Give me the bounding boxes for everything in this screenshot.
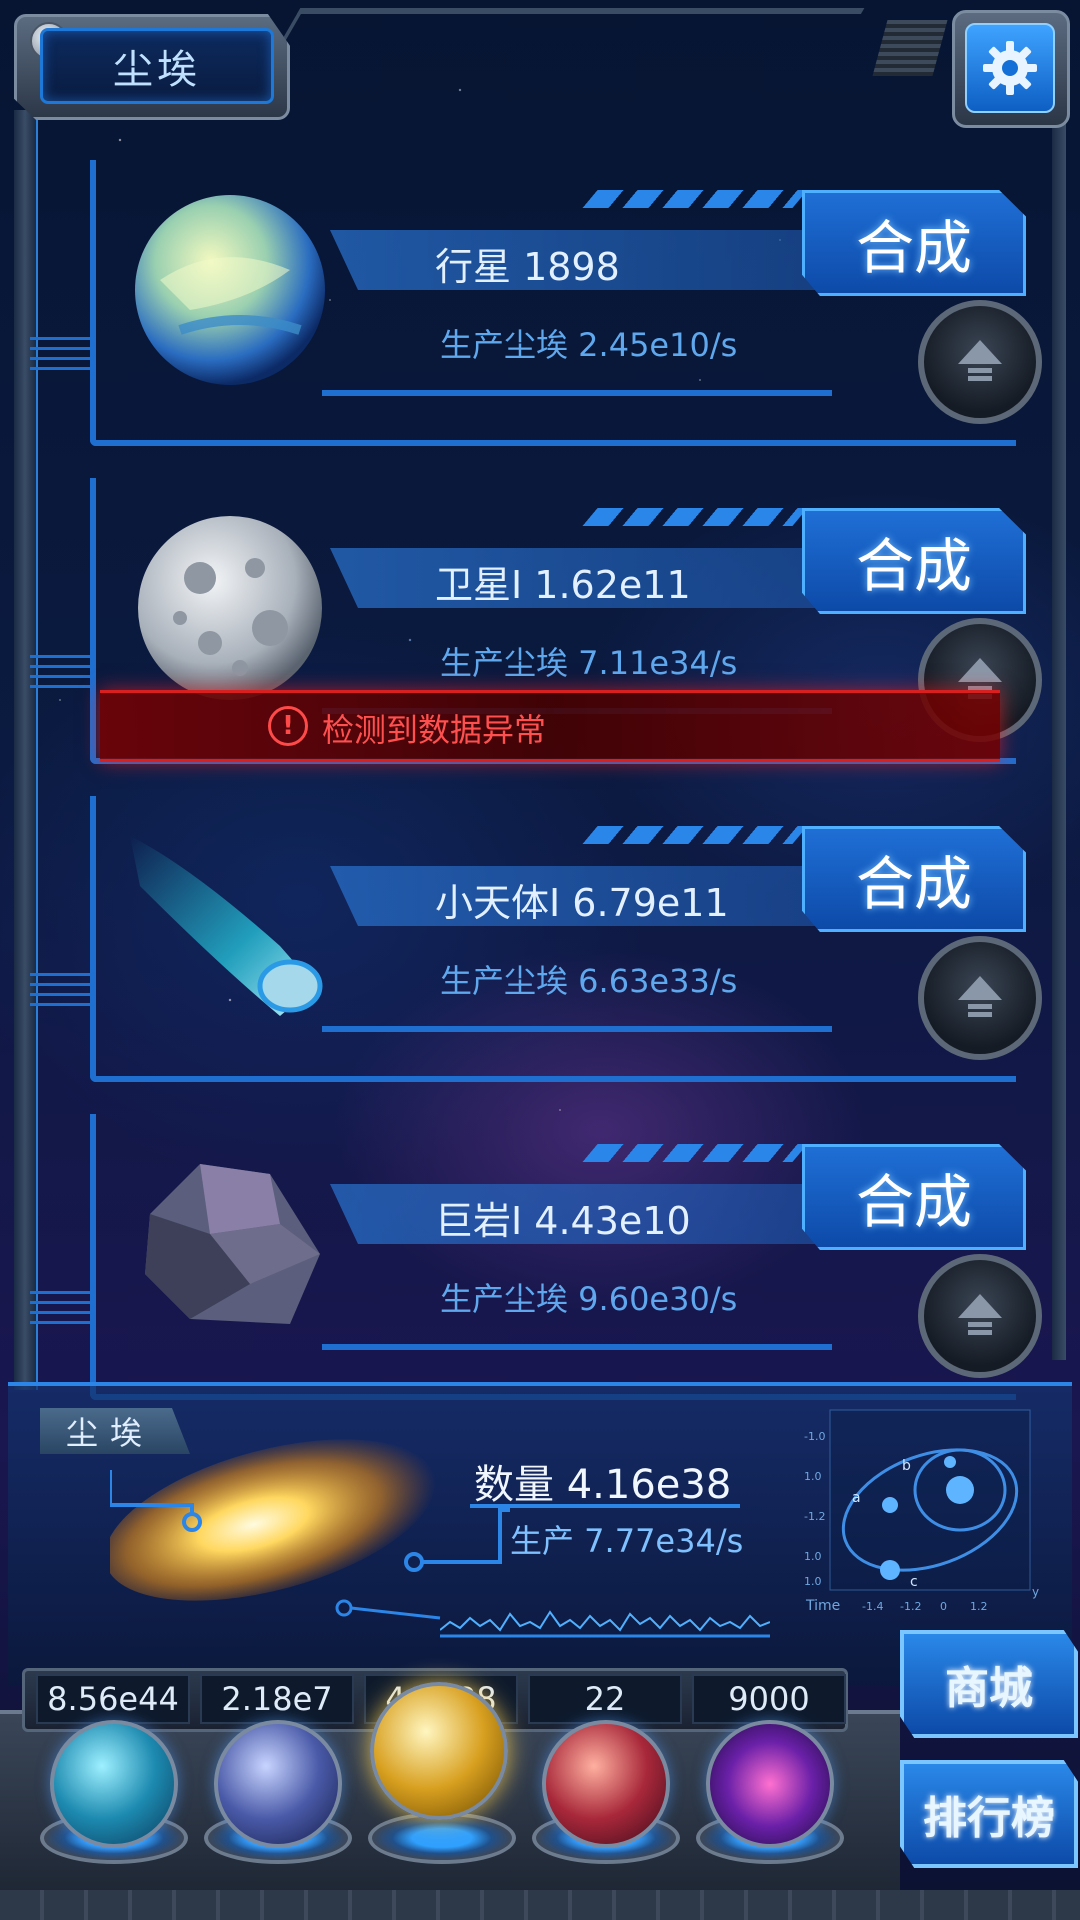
gear-icon xyxy=(983,41,1037,95)
bottom-strip xyxy=(0,1890,1080,1920)
dash-decor xyxy=(582,508,808,526)
graph-point-label: c xyxy=(910,1574,918,1590)
page-title: 尘埃 xyxy=(40,28,274,104)
combine-button[interactable]: 合成 xyxy=(802,190,1026,296)
counter-network: 22 xyxy=(528,1674,682,1724)
graph-point-label: a xyxy=(852,1490,861,1506)
upgrade-button[interactable] xyxy=(918,300,1042,424)
card-name: 巨岩I 4.43e10 xyxy=(435,1199,691,1243)
graph-y-tick: -1.2 xyxy=(804,1510,825,1523)
card-comet: 小天体I 6.79e11 生产尘埃 6.63e33/s 合成 xyxy=(30,796,1050,1086)
vortex-orb-icon[interactable] xyxy=(706,1720,834,1848)
circuit-decor xyxy=(30,648,90,688)
planet-icon xyxy=(130,190,330,390)
lightning-orb-icon[interactable] xyxy=(214,1720,342,1848)
error-alert-banner: ! 检测到数据异常 xyxy=(100,690,1000,762)
divider xyxy=(322,1344,832,1350)
settings-button[interactable] xyxy=(952,10,1070,128)
combine-button[interactable]: 合成 xyxy=(802,826,1026,932)
card-planet: 行星 1898 生产尘埃 2.45e10/s 合成 xyxy=(30,160,1050,450)
upgrade-button[interactable] xyxy=(918,1254,1042,1378)
card-rock: 巨岩I 4.43e10 生产尘埃 9.60e30/s 合成 xyxy=(30,1114,1050,1404)
graph-y-axis-label: y xyxy=(1032,1585,1039,1599)
combine-button[interactable]: 合成 xyxy=(802,1144,1026,1250)
shop-button[interactable]: 商城 xyxy=(900,1630,1078,1738)
rock-icon xyxy=(130,1144,330,1344)
card-name: 行星 1898 xyxy=(435,245,620,289)
dash-decor xyxy=(582,1144,808,1162)
circuit-decor xyxy=(30,966,90,1006)
card-production: 生产尘埃 2.45e10/s xyxy=(440,326,738,364)
dash-decor xyxy=(582,190,808,208)
counter-vortex: 9000 xyxy=(692,1674,846,1724)
top-plate xyxy=(279,8,865,44)
card-production: 生产尘埃 7.11e34/s xyxy=(440,644,738,682)
right-frame xyxy=(1052,110,1066,1360)
network-orb-icon[interactable] xyxy=(542,1720,670,1848)
arrow-up-icon xyxy=(958,976,1002,1017)
graph-y-tick: 1.0 xyxy=(804,1470,822,1483)
vent-grille xyxy=(872,20,948,76)
left-frame xyxy=(14,110,38,1390)
alert-text: 检测到数据异常 xyxy=(322,711,547,749)
orbit-graph: -1.0 1.0 -1.2 1.0 1.0 Time -1.4 -1.2 0 1… xyxy=(804,1409,1039,1614)
moon-icon xyxy=(130,508,330,708)
circuit-decor xyxy=(30,330,90,370)
card-name: 卫星I 1.62e11 xyxy=(435,563,691,607)
graph-point-label: b xyxy=(902,1458,911,1474)
dust-orb-icon[interactable] xyxy=(370,1682,508,1820)
graph-y-tick: -1.0 xyxy=(804,1430,825,1443)
card-production: 生产尘埃 6.63e33/s xyxy=(440,962,738,1000)
atom-orb-icon[interactable] xyxy=(50,1720,178,1848)
graph-y-tick: 1.0 xyxy=(804,1550,822,1563)
comet-icon xyxy=(130,826,330,1026)
divider xyxy=(322,1026,832,1032)
dash-decor xyxy=(582,826,808,844)
upgrade-button[interactable] xyxy=(918,936,1042,1060)
combine-button[interactable]: 合成 xyxy=(802,508,1026,614)
card-name: 小天体I 6.79e11 xyxy=(435,881,729,925)
graph-y-tick: 1.0 xyxy=(804,1575,822,1588)
counter-lightning: 2.18e7 xyxy=(200,1674,354,1724)
circuit-decor xyxy=(30,1284,90,1324)
top-bar: 尘埃 xyxy=(0,0,1080,128)
leaderboard-button[interactable]: 排行榜 xyxy=(900,1760,1078,1868)
card-production: 生产尘埃 9.60e30/s xyxy=(440,1280,738,1318)
arrow-up-icon xyxy=(958,340,1002,381)
divider xyxy=(322,390,832,396)
exclamation-circle-icon: ! xyxy=(268,706,308,746)
counter-atom: 8.56e44 xyxy=(36,1674,190,1724)
dust-rate: 生产 7.77e34/s xyxy=(510,1522,744,1560)
arrow-up-icon xyxy=(958,1294,1002,1335)
